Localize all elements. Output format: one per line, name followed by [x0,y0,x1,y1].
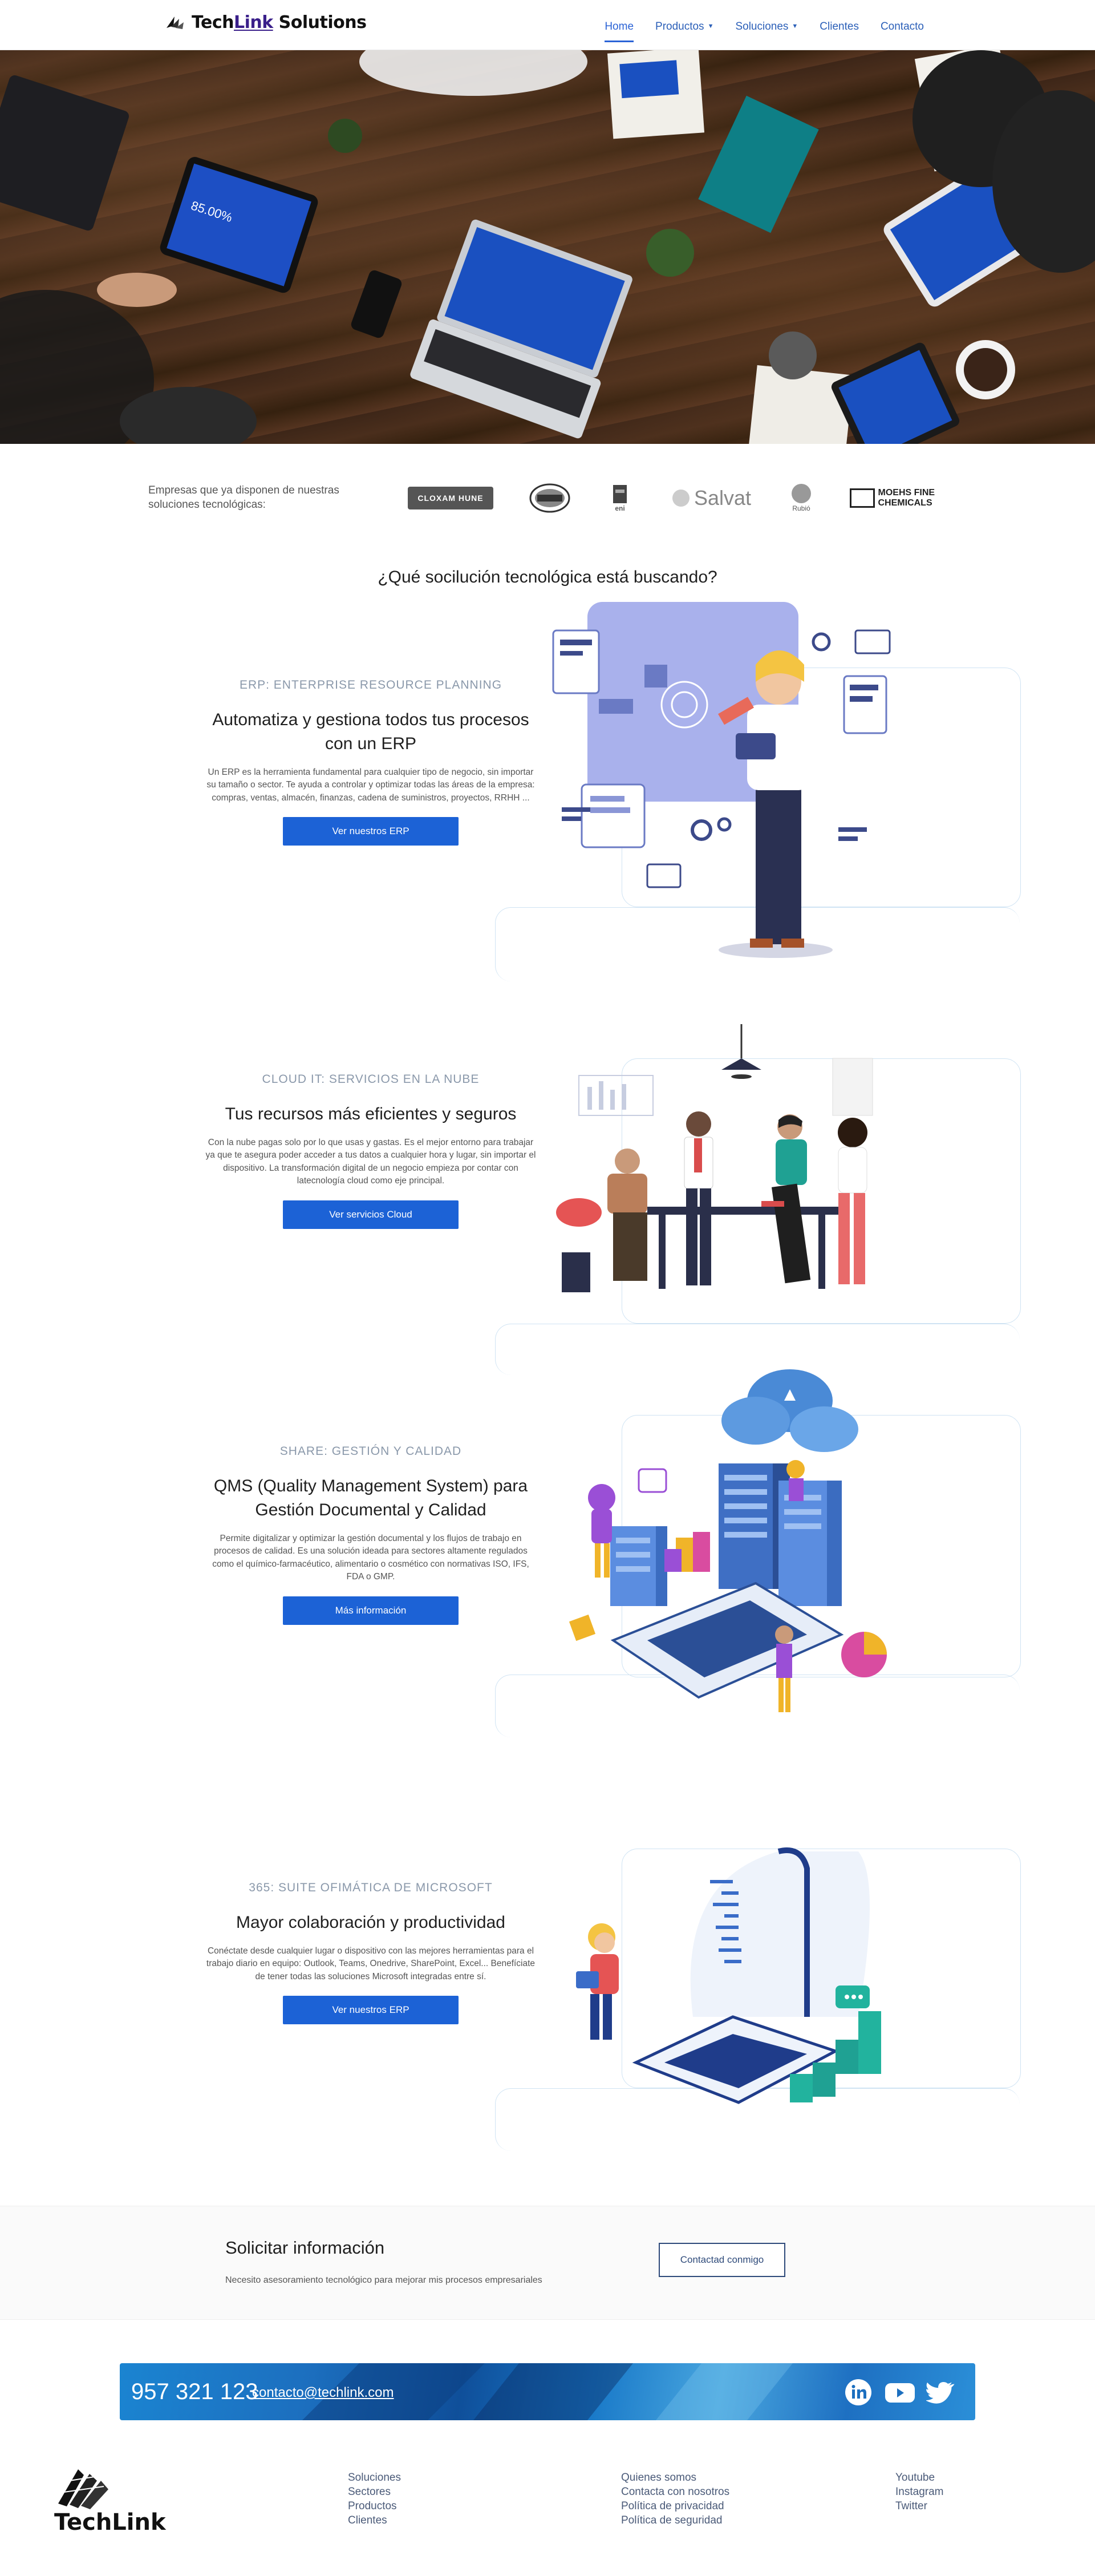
phone-number[interactable]: 957 321 123 [131,2379,258,2405]
caret-down-icon: ▼ [792,23,798,30]
cta-text: Necesito asesoramiento tecnológico para … [225,2275,542,2285]
footer-link-twitter[interactable]: Twitter [895,2499,943,2513]
feature-title: Tus recursos más eficientes y seguros [225,1105,517,1123]
client-logo-rubio: Rubió [787,482,816,514]
nav-item-home[interactable]: Home [605,21,634,42]
nav-item-contacto[interactable]: Contacto [881,21,924,33]
footer-link-seguridad[interactable]: Política de seguridad [621,2513,729,2528]
cta-title: Solicitar información [225,2238,385,2258]
client-logo-eni: eni [606,482,634,514]
brand-logo[interactable]: TechLink Solutions [165,13,367,33]
feature-kicker: CLOUD IT: SERVICIOS EN LA NUBE [262,1073,480,1086]
feature-kicker: ERP: ENTERPRISE RESOURCE PLANNING [239,678,502,691]
contact-banner: 957 321 123 contacto@techlink.com [120,2363,975,2420]
footer-link-quienes-somos[interactable]: Quienes somos [621,2470,729,2485]
feature-kicker: SHARE: GESTIÓN Y CALIDAD [279,1445,462,1458]
linkedin-icon[interactable] [844,2378,873,2407]
client-logo-seal [529,482,570,514]
footer-col-social: Youtube Instagram Twitter [895,2470,943,2513]
footer-col-company: Quienes somos Contacta con nosotros Polí… [621,2470,729,2528]
email-link[interactable]: contacto@techlink.com [252,2385,394,2401]
footer-link-instagram[interactable]: Instagram [895,2485,943,2499]
ver-cloud-button[interactable]: Ver servicios Cloud [283,1200,459,1229]
footer-brand-name: TechLink [54,2509,166,2535]
footer-link-contacta[interactable]: Contacta con nosotros [621,2485,729,2499]
clients-intro: Empresas que ya disponen de nuestras sol… [148,484,339,511]
feature-erp: ERP: ENTERPRISE RESOURCE PLANNING Automa… [200,678,542,846]
youtube-icon[interactable] [884,2378,916,2407]
feature-share: SHARE: GESTIÓN Y CALIDAD QMS (Quality Ma… [200,1445,542,1625]
footer-link-productos[interactable]: Productos [348,2499,401,2513]
main-menu: Home Productos ▼ Soluciones ▼ Clientes Con… [605,21,924,42]
footer-link-sectores[interactable]: Sectores [348,2485,401,2499]
brand-name: TechLink Solutions [192,13,367,33]
section-title: ¿Qué socilución tecnológica está buscand… [378,568,717,587]
erp-illustration [552,602,891,958]
client-logo-salvat: Salvat [666,482,757,514]
cta-band [0,2206,1095,2320]
feature-description: Con la nube pagas solo por lo que usas y… [205,1138,536,1186]
feature-kicker: 365: SUITE OFIMÁTICA DE MICROSOFT [249,1881,493,1894]
hero-desk-scene: 85.00% [0,50,1095,444]
footer-link-privacidad[interactable]: Política de privacidad [621,2499,729,2513]
ver-erp-button[interactable]: Ver nuestros ERP [283,817,459,846]
nav-item-soluciones[interactable]: Soluciones ▼ [735,21,798,33]
microsoft-365-illustration [576,1847,881,2104]
twitter-icon[interactable] [926,2378,955,2407]
feature-title: QMS (Quality Management System) para Ges… [213,1477,528,1519]
contact-me-button[interactable]: Contactad conmigo [659,2243,785,2277]
feature-description: Permite digitalizar y optimizar la gesti… [212,1534,529,1582]
footer-col-navigation: Soluciones Sectores Productos Clientes [348,2470,401,2528]
feature-cloud: CLOUD IT: SERVICIOS EN LA NUBE Tus recur… [200,1073,542,1229]
top-navbar: TechLink Solutions Home Productos ▼ Soluc… [0,0,1095,50]
footer-link-clientes[interactable]: Clientes [348,2513,401,2528]
caret-down-icon: ▼ [707,23,714,30]
client-logo-cloxam: CLOXAM HUNE [408,482,493,514]
footer-link-youtube[interactable]: Youtube [895,2470,943,2485]
feature-title: Mayor colaboración y productividad [236,1913,505,1932]
nav-item-clientes[interactable]: Clientes [820,21,859,33]
feature-description: Conéctate desde cualquier lugar o dispos… [206,1946,536,1981]
nav-item-productos[interactable]: Productos ▼ [655,21,713,33]
logo-mark-icon [167,16,184,29]
hero-image: 85.00% [0,50,1095,444]
feature-365: 365: SUITE OFIMÁTICA DE MICROSOFT Mayor … [200,1881,542,2025]
ver-365-button[interactable]: Ver nuestros ERP [283,1996,459,2025]
footer-link-soluciones[interactable]: Soluciones [348,2470,401,2485]
feature-title: Automatiza y gestiona todos tus procesos… [212,710,529,753]
footer-logo-mark-icon [58,2469,108,2509]
share-illustration [569,1369,887,1712]
feature-description: Un ERP es la herramienta fundamental par… [206,767,535,803]
mas-informacion-button[interactable]: Más información [283,1596,459,1625]
cloud-illustration [556,1024,873,1292]
client-logo-moehs: MOEHS FINE CHEMICALS [848,482,936,514]
